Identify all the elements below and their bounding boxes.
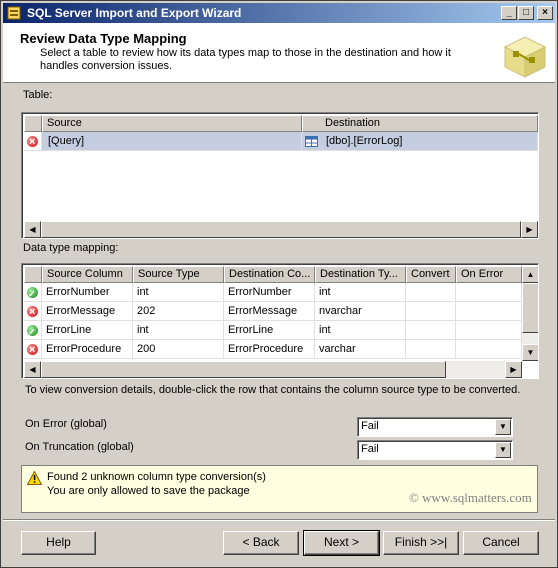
source-type-cell[interactable]: int bbox=[133, 321, 224, 340]
convert-cell[interactable] bbox=[406, 321, 456, 340]
scroll-thumb[interactable] bbox=[41, 361, 446, 378]
destination-cell[interactable]: [dbo].[ErrorLog] bbox=[302, 132, 538, 151]
table-horizontal-scrollbar[interactable]: ◀ ▶ bbox=[24, 221, 538, 238]
close-button[interactable]: × bbox=[537, 6, 553, 20]
wizard-graphic-icon bbox=[503, 36, 547, 78]
row-status-cell bbox=[24, 340, 42, 359]
source-column-cell[interactable]: ErrorLine bbox=[42, 321, 133, 340]
destination-column-cell[interactable]: ErrorLine bbox=[224, 321, 315, 340]
scroll-right-icon[interactable]: ▶ bbox=[521, 221, 538, 238]
column-header-source-type[interactable]: Source Type bbox=[133, 266, 224, 283]
destination-column-cell[interactable]: ErrorNumber bbox=[224, 283, 315, 302]
scroll-down-icon[interactable]: ▼ bbox=[522, 344, 538, 361]
destination-column-cell[interactable]: ErrorMessage bbox=[224, 302, 315, 321]
column-header-convert[interactable]: Convert bbox=[406, 266, 456, 283]
destination-type-cell[interactable]: varchar bbox=[315, 340, 406, 359]
on-error-label: On Error (global) bbox=[25, 418, 107, 430]
row-status-cell bbox=[24, 132, 42, 151]
row-status-cell bbox=[24, 321, 42, 340]
column-header-source-column[interactable]: Source Column bbox=[42, 266, 133, 283]
app-icon bbox=[7, 6, 21, 20]
ok-icon bbox=[27, 323, 38, 339]
scroll-thumb[interactable] bbox=[522, 283, 538, 333]
column-header-destination-column[interactable]: Destination Co... bbox=[224, 266, 315, 283]
info-message-line2: You are only allowed to save the package bbox=[47, 485, 250, 497]
footer-divider bbox=[3, 519, 555, 521]
ok-icon bbox=[27, 285, 38, 301]
next-button[interactable]: Next > bbox=[303, 530, 380, 556]
on-error-cell[interactable] bbox=[456, 302, 522, 321]
wizard-header: Review Data Type Mapping Select a table … bbox=[3, 23, 555, 83]
on-error-cell[interactable] bbox=[456, 340, 522, 359]
source-type-cell[interactable]: 200 bbox=[133, 340, 224, 359]
scroll-right-icon[interactable]: ▶ bbox=[505, 361, 522, 378]
destination-type-cell[interactable]: int bbox=[315, 283, 406, 302]
back-button[interactable]: < Back bbox=[223, 531, 299, 555]
on-truncation-select[interactable]: Fail ▼ bbox=[357, 440, 513, 460]
on-error-cell[interactable] bbox=[456, 321, 522, 340]
grid-corner-header bbox=[24, 115, 42, 132]
column-header-destination[interactable]: Destination bbox=[302, 115, 538, 132]
error-icon bbox=[27, 133, 38, 150]
destination-type-cell[interactable]: int bbox=[315, 321, 406, 340]
scroll-up-icon[interactable]: ▲ bbox=[522, 266, 538, 283]
chevron-down-icon[interactable]: ▼ bbox=[495, 442, 511, 458]
column-header-destination-type[interactable]: Destination Ty... bbox=[315, 266, 406, 283]
destination-type-cell[interactable]: nvarchar bbox=[315, 302, 406, 321]
on-error-value: Fail bbox=[361, 420, 379, 432]
hint-text: To view conversion details, double-click… bbox=[25, 384, 521, 396]
source-type-cell[interactable]: 202 bbox=[133, 302, 224, 321]
on-error-cell[interactable] bbox=[456, 283, 522, 302]
error-icon bbox=[27, 303, 38, 320]
source-column-cell[interactable]: ErrorMessage bbox=[42, 302, 133, 321]
cancel-button[interactable]: Cancel bbox=[463, 531, 539, 555]
table-grid[interactable]: Source Destination [Query] [dbo].[ErrorL… bbox=[21, 112, 539, 239]
grid-corner-header bbox=[24, 266, 42, 283]
info-message-line1: Found 2 unknown column type conversion(s… bbox=[47, 471, 266, 483]
mapping-grid[interactable]: Source Column Source Type Destination Co… bbox=[21, 263, 539, 379]
scroll-left-icon[interactable]: ◀ bbox=[24, 361, 41, 378]
on-error-select[interactable]: Fail ▼ bbox=[357, 417, 513, 437]
scroll-thumb[interactable] bbox=[41, 221, 521, 238]
convert-cell[interactable] bbox=[406, 302, 456, 321]
wizard-window: SQL Server Import and Export Wizard _ □ … bbox=[0, 0, 558, 568]
scroll-left-icon[interactable]: ◀ bbox=[24, 221, 41, 238]
watermark: © www.sqlmatters.com bbox=[409, 490, 532, 505]
table-label: Table: bbox=[23, 89, 53, 101]
destination-column-cell[interactable]: ErrorProcedure bbox=[224, 340, 315, 359]
row-status-cell bbox=[24, 283, 42, 302]
on-truncation-value: Fail bbox=[361, 443, 379, 455]
mapping-label: Data type mapping: bbox=[23, 242, 119, 254]
convert-cell[interactable] bbox=[406, 283, 456, 302]
page-title: Review Data Type Mapping bbox=[20, 31, 187, 46]
table-icon bbox=[305, 136, 318, 147]
row-status-cell bbox=[24, 302, 42, 321]
chevron-down-icon[interactable]: ▼ bbox=[495, 419, 511, 435]
source-cell[interactable]: [Query] bbox=[42, 132, 302, 151]
source-type-cell[interactable]: int bbox=[133, 283, 224, 302]
maximize-button[interactable]: □ bbox=[518, 6, 534, 20]
minimize-button[interactable]: _ bbox=[501, 6, 517, 20]
on-truncation-label: On Truncation (global) bbox=[25, 441, 134, 453]
window-title: SQL Server Import and Export Wizard bbox=[27, 6, 242, 20]
title-bar[interactable]: SQL Server Import and Export Wizard _ □ … bbox=[3, 3, 555, 23]
source-column-cell[interactable]: ErrorNumber bbox=[42, 283, 133, 302]
column-header-source[interactable]: Source bbox=[42, 115, 302, 132]
help-button[interactable]: Help bbox=[21, 531, 96, 555]
error-icon bbox=[27, 341, 38, 358]
warning-icon bbox=[27, 471, 42, 485]
destination-text: [dbo].[ErrorLog] bbox=[326, 135, 403, 147]
finish-button[interactable]: Finish >>| bbox=[383, 531, 459, 555]
column-header-on-error[interactable]: On Error bbox=[456, 266, 522, 283]
mapping-vertical-scrollbar[interactable]: ▲ ▼ bbox=[522, 266, 538, 361]
page-description: Select a table to review how its data ty… bbox=[40, 47, 451, 72]
source-column-cell[interactable]: ErrorProcedure bbox=[42, 340, 133, 359]
convert-cell[interactable] bbox=[406, 340, 456, 359]
mapping-horizontal-scrollbar[interactable]: ◀ ▶ bbox=[24, 361, 522, 378]
